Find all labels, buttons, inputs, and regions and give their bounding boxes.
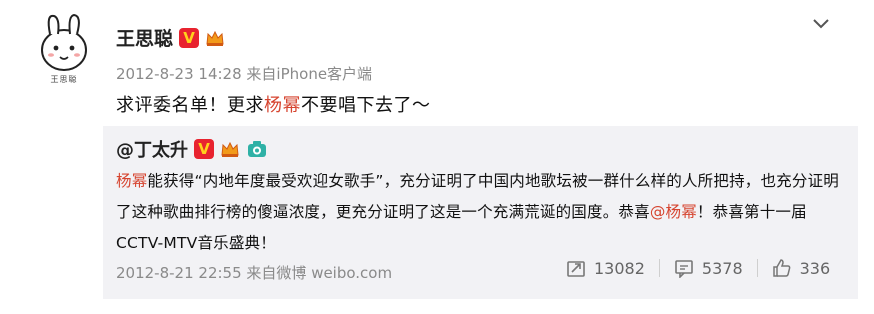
post-meta: 2012-8-23 14:28 来自iPhone客户端 bbox=[116, 63, 372, 84]
repost-icon bbox=[567, 261, 585, 277]
comment-button[interactable]: 5378 bbox=[668, 258, 749, 278]
post-source-prefix: 来自 bbox=[246, 65, 277, 83]
quoted-link-yangmi[interactable]: 杨幂 bbox=[116, 172, 147, 190]
divider bbox=[658, 259, 660, 277]
vip-crown-icon bbox=[206, 30, 224, 46]
divider bbox=[756, 259, 758, 277]
quoted-text: 杨幂能获得“内地年度最受欢迎女歌手”，充分证明了中国内地歌坛被一群什么样的人所把… bbox=[116, 166, 841, 259]
quoted-source-prefix: 来自 bbox=[246, 264, 277, 282]
post-text-before: 求评委名单！更求 bbox=[116, 95, 264, 116]
user-row: 王思聪 V bbox=[116, 24, 225, 51]
quoted-meta: 2012-8-21 22:55 来自微博 weibo.com bbox=[116, 262, 392, 283]
post-source[interactable]: iPhone客户端 bbox=[276, 65, 372, 83]
post-timestamp[interactable]: 2012-8-23 14:28 bbox=[116, 65, 242, 83]
quoted-user-row: @丁太升 V bbox=[116, 136, 268, 162]
repost-count: 13082 bbox=[594, 258, 645, 278]
quoted-vip-crown-icon bbox=[221, 141, 239, 157]
quoted-timestamp[interactable]: 2012-8-21 22:55 bbox=[116, 264, 242, 282]
verified-badge-icon: V bbox=[179, 27, 200, 48]
quoted-verified-badge-icon: V bbox=[194, 139, 214, 159]
like-count: 336 bbox=[799, 258, 831, 278]
avatar[interactable] bbox=[34, 12, 94, 74]
thumbs-up-icon bbox=[772, 259, 790, 277]
quoted-source[interactable]: 微博 weibo.com bbox=[276, 264, 392, 282]
post-text-highlight[interactable]: 杨幂 bbox=[264, 95, 301, 116]
user-name[interactable]: 王思聪 bbox=[116, 24, 173, 51]
comment-count: 5378 bbox=[701, 258, 743, 278]
quoted-user-name[interactable]: @丁太升 bbox=[116, 136, 188, 162]
avatar-caption: 王思聪 bbox=[50, 75, 78, 84]
repost-button[interactable]: 13082 bbox=[560, 258, 651, 278]
comment-icon bbox=[675, 260, 693, 278]
post-text: 求评委名单！更求杨幂不要唱下去了～ bbox=[116, 91, 431, 117]
chevron-down-icon[interactable] bbox=[812, 18, 830, 30]
camera-icon bbox=[248, 141, 266, 157]
like-button[interactable]: 336 bbox=[766, 258, 837, 278]
action-bar: 13082 5378 336 bbox=[560, 258, 836, 278]
post-text-after: 不要唱下去了～ bbox=[301, 95, 431, 116]
quoted-mention-yangmi[interactable]: @杨幂 bbox=[650, 203, 697, 221]
